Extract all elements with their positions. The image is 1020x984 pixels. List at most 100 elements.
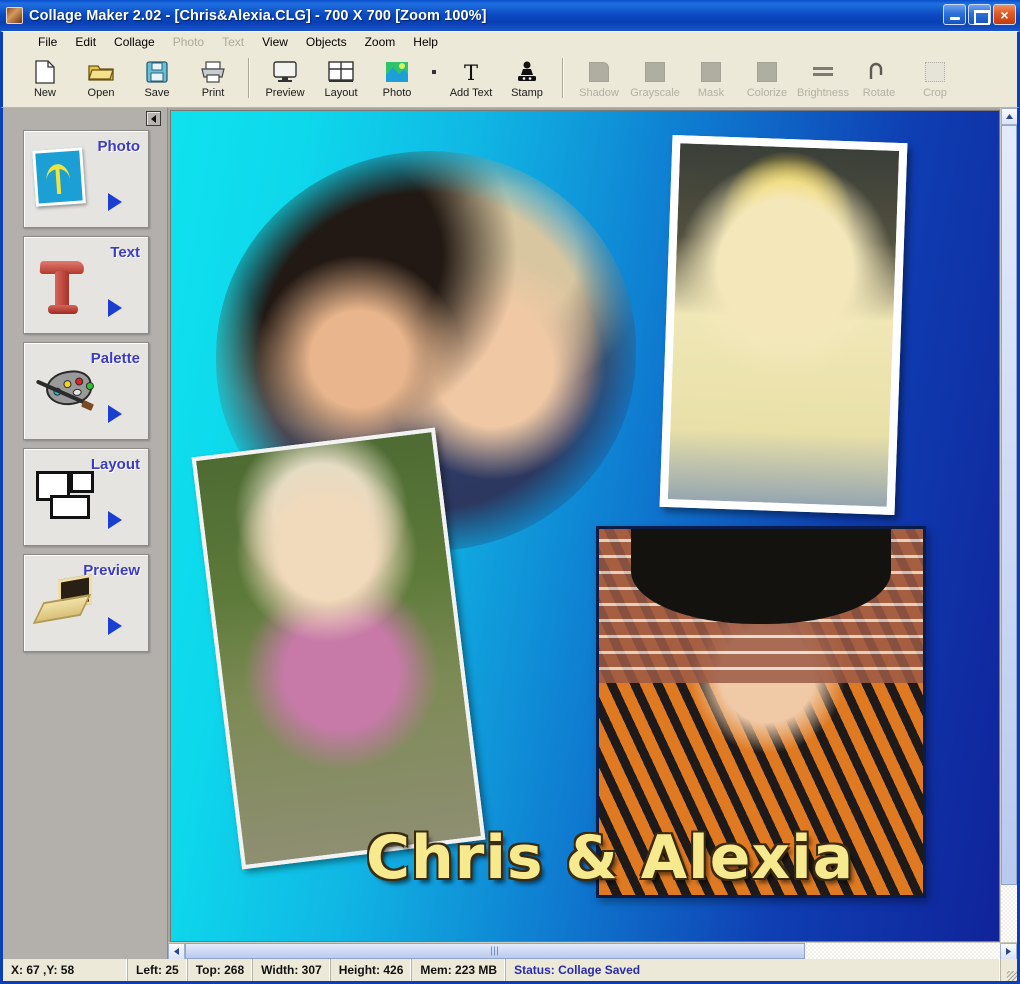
menu-item-help[interactable]: Help <box>404 33 447 51</box>
photo-thumbnail-icon <box>383 59 411 85</box>
sidebar-item-preview[interactable]: Preview <box>23 554 149 652</box>
scroll-up-button[interactable] <box>1001 108 1017 125</box>
toolbar-label-preview: Preview <box>265 87 305 99</box>
toolbar-button-layout[interactable]: Layout <box>313 56 369 104</box>
crop-icon <box>921 59 949 85</box>
collage-background: Chris & Alexia <box>171 111 999 941</box>
grayscale-icon <box>641 59 669 85</box>
toolbar-button-shadow: Shadow <box>571 56 627 104</box>
toolbar-button-preview[interactable]: Preview <box>257 56 313 104</box>
printer-icon <box>199 59 227 85</box>
vertical-scrollbar[interactable] <box>1000 108 1017 942</box>
sidebar-item-label-photo: Photo <box>97 138 141 155</box>
menu-item-text: Text <box>222 35 245 49</box>
toolbar-button-print[interactable]: Print <box>185 56 241 104</box>
window-title: Collage Maker 2.02 - [Chris&Alexia.CLG] … <box>29 7 487 24</box>
toolbar-button-open[interactable]: Open <box>73 56 129 104</box>
toolbar-label-rotate: Rotate <box>862 87 896 99</box>
chevron-down-icon <box>432 70 436 74</box>
collage-title-text[interactable]: Chris & Alexia <box>366 823 854 893</box>
layout-boxes-icon <box>34 467 96 529</box>
sidebar-item-text[interactable]: Text <box>23 236 149 334</box>
text-t-3d-icon <box>34 255 96 317</box>
sidebar-item-photo[interactable]: Photo <box>23 130 149 228</box>
canvas-scroll-row: Chris & Alexia <box>168 108 1017 942</box>
photo-baby-with-yellow-hat[interactable] <box>659 135 908 515</box>
expand-arrow-icon-preview[interactable] <box>108 617 122 635</box>
toolbar-button-mask: Mask <box>683 56 739 104</box>
sidebar: Photo Text Palette Layout Preview <box>3 108 168 959</box>
svg-text:T: T <box>464 61 478 83</box>
scroll-right-button[interactable] <box>1000 943 1017 959</box>
toolbar-label-new: New <box>33 87 56 99</box>
toolbar-button-new[interactable]: New <box>17 56 73 104</box>
close-icon: × <box>1000 6 1009 23</box>
toolbar-button-save[interactable]: Save <box>129 56 185 104</box>
status-message: Status: Collage Saved <box>506 959 1001 981</box>
status-bar: X: 67 ,Y: 58 Left: 25 Top: 268 Width: 30… <box>0 959 1020 984</box>
toolbar-label-layout: Layout <box>324 87 358 99</box>
toolbar-dropdown-dot[interactable] <box>425 56 443 104</box>
maximize-button[interactable] <box>968 4 991 25</box>
collapse-panel-button[interactable] <box>146 111 161 126</box>
expand-arrow-icon-layout[interactable] <box>108 511 122 529</box>
sidebar-item-label-text: Text <box>110 244 140 261</box>
collage-canvas[interactable]: Chris & Alexia <box>170 110 1000 942</box>
sidebar-item-layout[interactable]: Layout <box>23 448 149 546</box>
toolbar-button-photo[interactable]: Photo <box>369 56 425 104</box>
menu-item-file[interactable]: File <box>29 33 66 51</box>
resize-grip-icon[interactable] <box>1001 959 1017 981</box>
photo-girl-in-garden[interactable] <box>191 427 486 870</box>
brightness-icon <box>809 59 837 85</box>
new-document-icon <box>31 59 59 85</box>
close-button[interactable]: × <box>993 4 1016 25</box>
expand-arrow-icon-photo[interactable] <box>108 193 122 211</box>
expand-arrow-icon-palette[interactable] <box>108 405 122 423</box>
horizontal-scrollbar[interactable] <box>168 942 1017 959</box>
horizontal-scroll-thumb[interactable] <box>185 943 805 959</box>
status-top: Top: 268 <box>188 959 254 981</box>
toolbar-button-rotate: Rotate <box>851 56 907 104</box>
toolbar-button-colorize: Colorize <box>739 56 795 104</box>
window-controls: × <box>943 4 1016 25</box>
application-window: Collage Maker 2.02 - [Chris&Alexia.CLG] … <box>0 0 1020 984</box>
toolbar-label-add-text: Add Text <box>449 87 493 99</box>
toolbar-button-add-text[interactable]: T Add Text <box>443 56 499 104</box>
vertical-scroll-thumb[interactable] <box>1001 125 1017 885</box>
minimize-button[interactable] <box>943 4 966 25</box>
text-t-icon: T <box>457 59 485 85</box>
menu-item-view[interactable]: View <box>253 33 297 51</box>
toolbar-label-colorize: Colorize <box>746 87 788 99</box>
toolbar-label-save: Save <box>144 87 170 99</box>
sidebar-item-palette[interactable]: Palette <box>23 342 149 440</box>
menu-item-objects[interactable]: Objects <box>297 33 356 51</box>
toolbar-label-open: Open <box>87 87 115 99</box>
toolbar-button-crop: Crop <box>907 56 963 104</box>
monitor-icon <box>271 59 299 85</box>
toolbar-button-grayscale: Grayscale <box>627 56 683 104</box>
status-coordinates: X: 67 ,Y: 58 <box>3 959 128 981</box>
menu-item-zoom[interactable]: Zoom <box>356 33 405 51</box>
status-left: Left: 25 <box>128 959 188 981</box>
toolbar-button-stamp[interactable]: Stamp <box>499 56 555 104</box>
toolbar-separator-1 <box>248 58 250 98</box>
chevron-right-icon <box>1006 948 1011 955</box>
menu-item-collage[interactable]: Collage <box>105 33 164 51</box>
vertical-scroll-track[interactable] <box>1001 885 1017 942</box>
toolbar-label-grayscale: Grayscale <box>630 87 680 99</box>
laptop-preview-icon <box>32 573 96 635</box>
status-height: Height: 426 <box>331 959 413 981</box>
status-width: Width: 307 <box>253 959 331 981</box>
sidebar-item-label-preview: Preview <box>83 562 140 579</box>
chevron-up-icon <box>1006 114 1013 119</box>
rotate-icon <box>865 59 893 85</box>
scroll-thumb-grip <box>491 946 499 956</box>
menu-item-edit[interactable]: Edit <box>66 33 105 51</box>
title-bar: Collage Maker 2.02 - [Chris&Alexia.CLG] … <box>0 0 1020 31</box>
toolbar: New Open Save Print Preview Layout Photo… <box>0 52 1020 108</box>
horizontal-scroll-track[interactable] <box>805 943 1000 959</box>
scroll-left-button[interactable] <box>168 943 185 959</box>
toolbar-button-brightness: Brightness <box>795 56 851 104</box>
mask-icon <box>697 59 725 85</box>
expand-arrow-icon-text[interactable] <box>108 299 122 317</box>
